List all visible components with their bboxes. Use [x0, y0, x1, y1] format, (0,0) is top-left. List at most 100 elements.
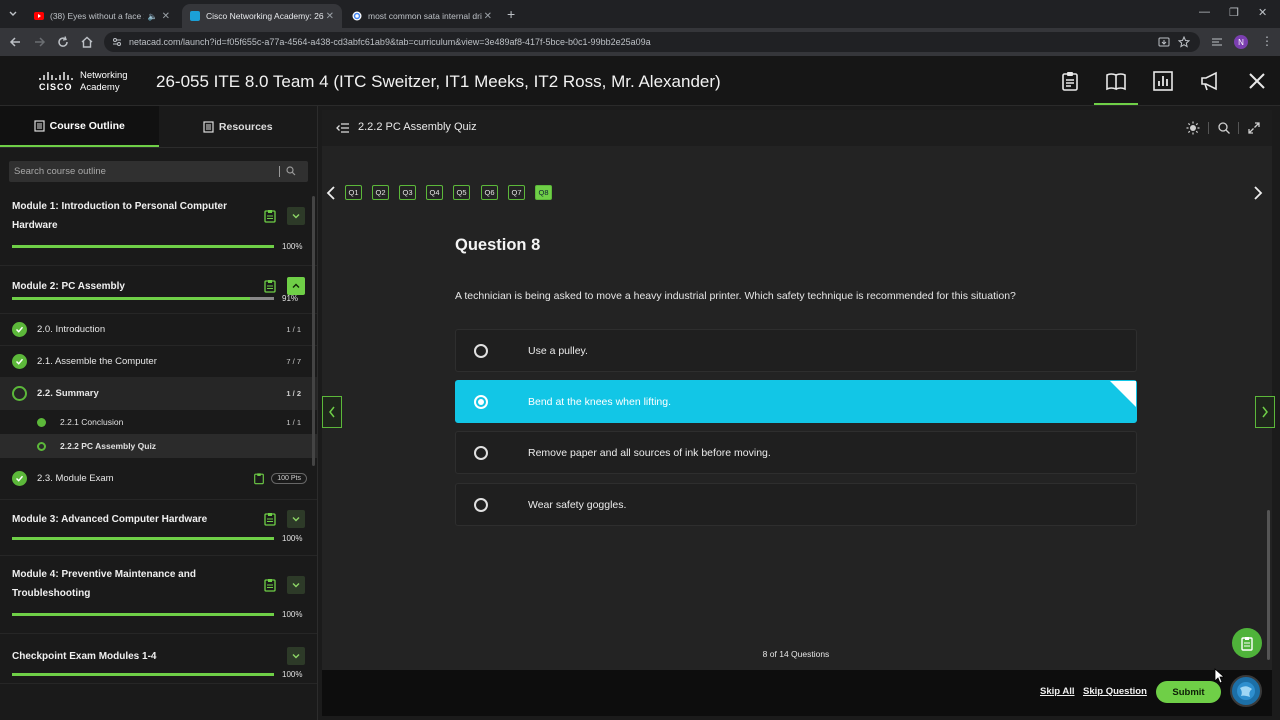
answer-option-4[interactable]: Wear safety goggles.: [455, 483, 1137, 526]
tab-close-icon[interactable]: ✕: [484, 11, 492, 22]
clipboard-icon[interactable]: [263, 209, 277, 223]
radio-button-selected[interactable]: [474, 394, 488, 409]
bookmark-star-icon[interactable]: [1178, 36, 1190, 48]
chip-label: Q5: [456, 188, 467, 197]
module-progress: 100%: [12, 242, 305, 251]
checkpoint-exam[interactable]: Checkpoint Exam Modules 1-4 100%: [0, 634, 317, 684]
address-bar[interactable]: netacad.com/launch?id=f05f655c-a77a-4564…: [104, 32, 1200, 52]
megaphone-icon[interactable]: [1199, 70, 1221, 92]
submit-button[interactable]: Submit: [1156, 681, 1221, 703]
browser-tab-google[interactable]: most common sata internal dri ✕: [344, 4, 500, 28]
question-chip-q8[interactable]: Q8: [535, 185, 552, 200]
answer-option-1[interactable]: Use a pulley.: [455, 329, 1137, 372]
gradebook-chart-icon[interactable]: [1152, 70, 1174, 92]
tab-course-outline[interactable]: Course Outline: [0, 106, 159, 147]
tab-title: (38) Eyes without a face x S: [50, 11, 144, 21]
module-1[interactable]: Module 1: Introduction to Personal Compu…: [0, 195, 317, 266]
tab-search-icon[interactable]: [1211, 36, 1223, 48]
radio-button[interactable]: [474, 343, 488, 358]
module-title: Module 1: Introduction to Personal Compu…: [12, 201, 227, 231]
lesson-2-2[interactable]: 2.2. Summary 1 / 2: [0, 378, 317, 410]
radio-button[interactable]: [474, 445, 488, 460]
answer-option-3[interactable]: Remove paper and all sources of ink befo…: [455, 431, 1137, 474]
browser-tab-netacad[interactable]: Cisco Networking Academy: 26 ✕: [182, 4, 342, 28]
fullscreen-icon[interactable]: [1247, 121, 1261, 135]
answer-option-2[interactable]: Bend at the knees when lifting.: [455, 380, 1137, 423]
outline-search-input[interactable]: Search course outline: [9, 161, 308, 182]
check-icon: [12, 471, 27, 486]
skip-question-link[interactable]: Skip Question: [1083, 686, 1147, 697]
skip-all-link[interactable]: Skip All: [1040, 686, 1075, 697]
radio-button[interactable]: [474, 497, 488, 512]
question-chip-q1[interactable]: Q1: [345, 185, 362, 200]
progress-fill: [12, 297, 251, 300]
sublesson-2-2-1[interactable]: 2.2.1 Conclusion 1 / 1: [0, 410, 317, 434]
minimize-button[interactable]: —: [1199, 6, 1210, 18]
lesson-2-3[interactable]: 2.3. Module Exam 100 Pts: [0, 458, 317, 500]
module-4[interactable]: Module 4: Preventive Maintenance and Tro…: [0, 556, 317, 634]
tab-close-icon[interactable]: ✕: [162, 11, 170, 22]
reload-icon[interactable]: [56, 35, 70, 49]
lesson-2-0[interactable]: 2.0. Introduction 1 / 1: [0, 314, 317, 346]
clipboard-icon[interactable]: [263, 512, 277, 526]
browser-menu-icon[interactable]: ⋮: [1261, 34, 1273, 48]
install-app-icon[interactable]: [1158, 36, 1170, 48]
progress-label: 100%: [282, 610, 303, 619]
tab-list-icon[interactable]: [8, 9, 18, 19]
google-favicon-icon: [352, 11, 362, 21]
assistant-avatar-button[interactable]: [1230, 675, 1262, 707]
browser-tab-youtube[interactable]: (38) Eyes without a face x S 🔈 ✕: [26, 4, 178, 28]
book-tab[interactable]: [1094, 56, 1138, 105]
prev-question-icon[interactable]: [326, 186, 336, 200]
search-icon[interactable]: [1217, 121, 1231, 135]
cisco-bridge-icon: [39, 72, 73, 80]
question-chip-q5[interactable]: Q5: [453, 185, 470, 200]
search-icon[interactable]: [286, 166, 296, 176]
question-chip-q6[interactable]: Q6: [481, 185, 498, 200]
clipboard-icon[interactable]: [263, 578, 277, 592]
back-icon[interactable]: [8, 35, 22, 49]
expand-chevron-icon[interactable]: [287, 647, 305, 665]
lesson-2-1[interactable]: 2.1. Assemble the Computer 7 / 7: [0, 346, 317, 378]
site-info-icon[interactable]: [112, 37, 122, 47]
new-tab-button[interactable]: +: [507, 6, 515, 22]
lesson-label: 2.2. Summary: [37, 388, 99, 399]
question-chip-q7[interactable]: Q7: [508, 185, 525, 200]
home-icon[interactable]: [80, 35, 94, 49]
previous-page-arrow[interactable]: [322, 396, 342, 428]
quiz-scrollbar[interactable]: [1267, 510, 1270, 660]
next-question-icon[interactable]: [1253, 186, 1263, 200]
clipboard-icon[interactable]: [1059, 70, 1081, 92]
logo-brand: CISCO: [39, 82, 73, 92]
question-chip-q2[interactable]: Q2: [372, 185, 389, 200]
chip-label: Q4: [429, 188, 440, 197]
module-title: Module 4: Preventive Maintenance and Tro…: [12, 569, 196, 599]
module-2[interactable]: Module 2: PC Assembly 91%: [0, 266, 317, 314]
tab-close-icon[interactable]: ✕: [326, 11, 334, 22]
browser-toolbar: netacad.com/launch?id=f05f655c-a77a-4564…: [0, 28, 1280, 56]
module-3[interactable]: Module 3: Advanced Computer Hardware 100…: [0, 500, 317, 556]
question-chip-q3[interactable]: Q3: [399, 185, 416, 200]
clipboard-icon[interactable]: [263, 279, 277, 293]
text-cursor: [279, 166, 280, 177]
close-window-button[interactable]: ✕: [1258, 6, 1267, 19]
sidebar-scrollbar[interactable]: [312, 196, 315, 466]
expand-chevron-icon[interactable]: [287, 207, 305, 225]
close-course-icon[interactable]: [1246, 70, 1268, 92]
forward-icon[interactable]: [33, 35, 47, 49]
clipboard-icon[interactable]: [253, 472, 265, 485]
expand-chevron-icon[interactable]: [287, 510, 305, 528]
lesson-count: 7 / 7: [286, 357, 301, 366]
lesson-label: 2.0. Introduction: [37, 324, 106, 335]
tab-resources[interactable]: Resources: [159, 106, 318, 147]
collapse-chevron-icon[interactable]: [287, 277, 305, 295]
question-chip-q4[interactable]: Q4: [426, 185, 443, 200]
next-page-arrow[interactable]: [1255, 396, 1275, 428]
cisco-networking-academy-logo[interactable]: CISCO Networking Academy: [36, 69, 136, 95]
theme-sun-icon[interactable]: [1186, 121, 1200, 135]
maximize-button[interactable]: ❐: [1229, 6, 1239, 19]
profile-avatar[interactable]: N: [1234, 35, 1248, 49]
collapse-sidebar-icon[interactable]: [336, 122, 350, 134]
sublesson-2-2-2[interactable]: 2.2.2 PC Assembly Quiz: [0, 434, 317, 458]
expand-chevron-icon[interactable]: [287, 576, 305, 594]
